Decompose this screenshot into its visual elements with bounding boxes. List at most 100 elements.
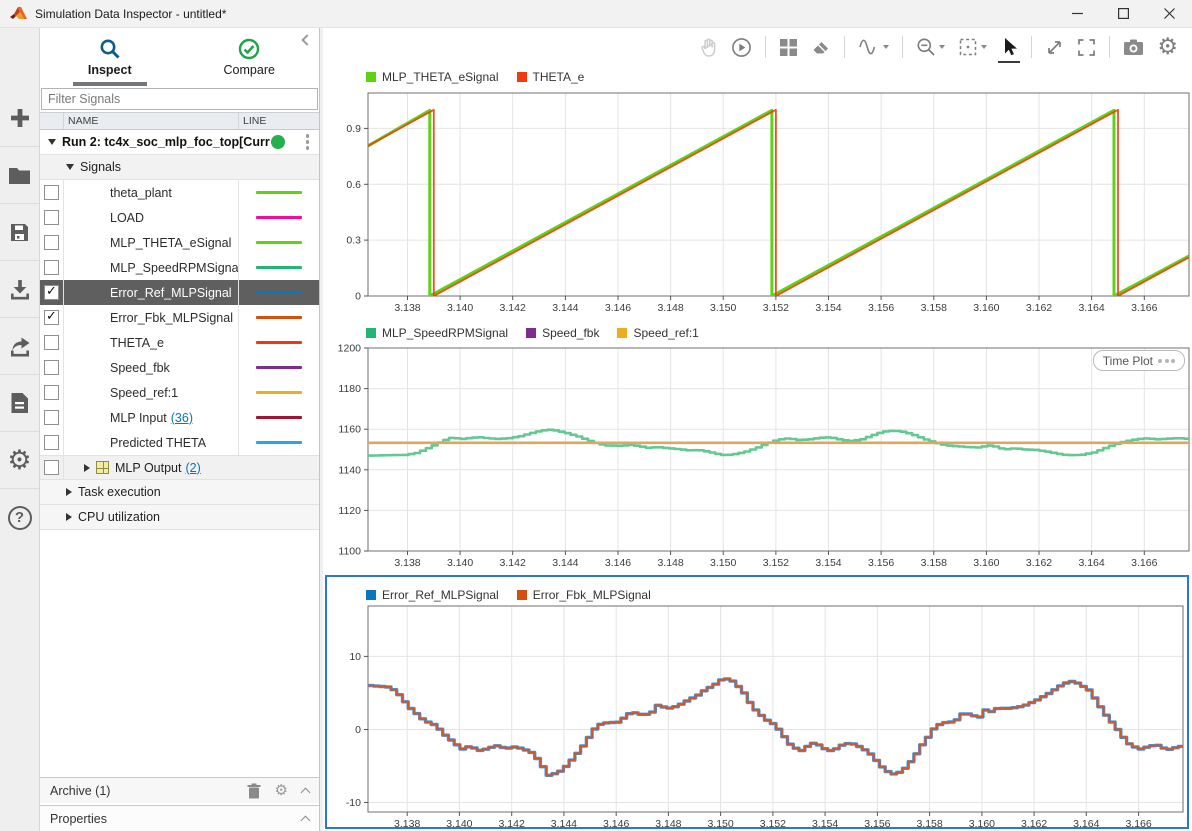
- snapshot-button[interactable]: [1123, 38, 1144, 56]
- signals-group-row[interactable]: Signals: [40, 155, 319, 180]
- tab-inspect[interactable]: Inspect: [40, 28, 180, 86]
- maximize-button[interactable]: [1100, 0, 1146, 27]
- signal-checkbox[interactable]: [44, 435, 59, 450]
- gear-icon: ⚙: [7, 447, 31, 474]
- run-menu-icon[interactable]: [306, 134, 310, 150]
- line-style-swatch: [256, 416, 302, 420]
- minimize-button[interactable]: [1054, 0, 1100, 27]
- help-button[interactable]: ?: [0, 489, 39, 546]
- mlp-output-checkbox[interactable]: [44, 460, 59, 475]
- line-style-swatch: [256, 191, 302, 195]
- preferences-button[interactable]: ⚙: [0, 432, 39, 489]
- bus-count-link[interactable]: (2): [185, 461, 200, 475]
- signal-checkbox[interactable]: [44, 410, 59, 425]
- signal-row-load[interactable]: LOAD: [40, 205, 319, 230]
- signal-row-predicted-theta[interactable]: Predicted THETA: [40, 430, 319, 455]
- error-plot-canvas[interactable]: 3.1383.1403.1423.1443.1463.1483.1503.152…: [327, 605, 1187, 827]
- archive-gear-icon[interactable]: ⚙: [275, 783, 288, 798]
- zoom-out-button[interactable]: [916, 37, 945, 57]
- subplot-layout-button[interactable]: [779, 38, 798, 57]
- open-button[interactable]: [0, 147, 39, 204]
- signal-row-error-ref-mlpsignal[interactable]: Error_Ref_MLPSignal: [40, 280, 319, 305]
- signal-row-error-fbk-mlpsignal[interactable]: Error_Fbk_MLPSignal: [40, 305, 319, 330]
- time-plot-badge[interactable]: Time Plot: [1093, 350, 1185, 371]
- archive-collapse-icon[interactable]: [301, 787, 311, 797]
- chevron-down-icon[interactable]: [66, 164, 74, 170]
- filter-signals-input[interactable]: [41, 88, 318, 110]
- pan-tool-button[interactable]: [699, 37, 718, 57]
- grid-layout-icon: [779, 38, 798, 57]
- signal-row-theta-e[interactable]: THETA_e: [40, 330, 319, 355]
- tab-compare[interactable]: Compare: [180, 28, 320, 86]
- theta-plot-canvas[interactable]: 3.1383.1403.1423.1443.1463.1483.1503.152…: [323, 88, 1192, 320]
- svg-text:3.156: 3.156: [864, 818, 890, 827]
- fit-to-view-button[interactable]: [958, 37, 987, 57]
- signal-checkbox[interactable]: [44, 285, 59, 300]
- signal-checkbox[interactable]: [44, 185, 59, 200]
- signals-group-label: Signals: [80, 160, 121, 174]
- chevron-down-icon: [939, 45, 945, 49]
- plus-icon: [9, 107, 31, 129]
- chevron-down-icon[interactable]: [48, 139, 56, 145]
- plot-settings-button[interactable]: ⚙: [1157, 36, 1178, 59]
- svg-text:3.152: 3.152: [760, 818, 786, 827]
- subplot-error-selected[interactable]: Error_Ref_MLPSignalError_Fbk_MLPSignal 3…: [325, 575, 1189, 829]
- folder-icon: [8, 166, 31, 185]
- archive-bar[interactable]: Archive (1) ⚙: [40, 777, 319, 803]
- chevron-right-icon[interactable]: [66, 488, 72, 496]
- export-button[interactable]: [0, 318, 39, 375]
- subplot-theta[interactable]: MLP_THETA_eSignalTHETA_e 3.1383.1403.142…: [323, 66, 1192, 320]
- signal-row-mlp-speedrpmsigna[interactable]: MLP_SpeedRPMSigna: [40, 255, 319, 280]
- signal-name: Error_Fbk_MLPSignal: [110, 311, 233, 325]
- group-row-task-execution[interactable]: Task execution: [40, 480, 319, 505]
- replay-button[interactable]: [731, 37, 752, 58]
- svg-text:3.166: 3.166: [1125, 818, 1151, 827]
- expand-plot-button[interactable]: [1045, 38, 1064, 57]
- signal-checkbox[interactable]: [44, 385, 59, 400]
- signal-name: Speed_ref:1: [110, 386, 178, 400]
- chevron-right-icon[interactable]: [84, 464, 90, 472]
- clear-plots-button[interactable]: [811, 37, 831, 57]
- svg-text:1180: 1180: [338, 383, 361, 395]
- subplot-speed[interactable]: MLP_SpeedRPMSignalSpeed_fbkSpeed_ref:1 3…: [323, 322, 1192, 574]
- plot-toolbar: ⚙: [323, 28, 1192, 66]
- svg-text:3.154: 3.154: [812, 818, 838, 827]
- signal-name: MLP_SpeedRPMSigna: [110, 261, 239, 275]
- import-button[interactable]: [0, 261, 39, 318]
- legend-entry: MLP_THETA_eSignal: [366, 70, 499, 84]
- fullscreen-button[interactable]: [1077, 38, 1096, 57]
- close-button[interactable]: [1146, 0, 1192, 27]
- properties-bar[interactable]: Properties: [40, 805, 319, 831]
- signal-checkbox[interactable]: [44, 360, 59, 375]
- signal-checkbox[interactable]: [44, 260, 59, 275]
- svg-text:10: 10: [349, 651, 361, 663]
- signal-row-mlp-input[interactable]: MLP Input(36): [40, 405, 319, 430]
- signal-count-link[interactable]: (36): [171, 411, 193, 425]
- save-button[interactable]: [0, 204, 39, 261]
- chevron-right-icon[interactable]: [66, 513, 72, 521]
- add-run-button[interactable]: [0, 90, 39, 147]
- speed-plot-canvas[interactable]: 3.1383.1403.1423.1443.1463.1483.1503.152…: [323, 344, 1192, 574]
- properties-collapse-icon[interactable]: [301, 815, 311, 825]
- pointer-tool-button[interactable]: [1000, 37, 1018, 57]
- bus-row-mlp-output[interactable]: MLP Output (2): [40, 455, 319, 480]
- run-row[interactable]: Run 2: tc4x_soc_mlp_foc_top[Curr: [40, 130, 319, 155]
- signal-row-speed-ref-1[interactable]: Speed_ref:1: [40, 380, 319, 405]
- signal-style-button[interactable]: [858, 38, 889, 56]
- signal-row-theta-plant[interactable]: theta_plant: [40, 180, 319, 205]
- ellipsis-icon[interactable]: [1158, 359, 1175, 363]
- signal-checkbox[interactable]: [44, 235, 59, 250]
- svg-text:3.148: 3.148: [655, 818, 681, 827]
- trash-icon[interactable]: [247, 783, 261, 799]
- signal-row-mlp-theta-esignal[interactable]: MLP_THETA_eSignal: [40, 230, 319, 255]
- signal-row-speed-fbk[interactable]: Speed_fbk: [40, 355, 319, 380]
- signal-checkbox[interactable]: [44, 210, 59, 225]
- svg-text:3.148: 3.148: [657, 302, 683, 314]
- signal-checkbox[interactable]: [44, 335, 59, 350]
- signal-checkbox[interactable]: [44, 310, 59, 325]
- report-button[interactable]: [0, 375, 39, 432]
- hand-icon: [699, 37, 718, 57]
- svg-text:3.160: 3.160: [969, 818, 995, 827]
- signal-table-header: NAME LINE: [40, 112, 319, 130]
- group-row-cpu-utilization[interactable]: CPU utilization: [40, 505, 319, 530]
